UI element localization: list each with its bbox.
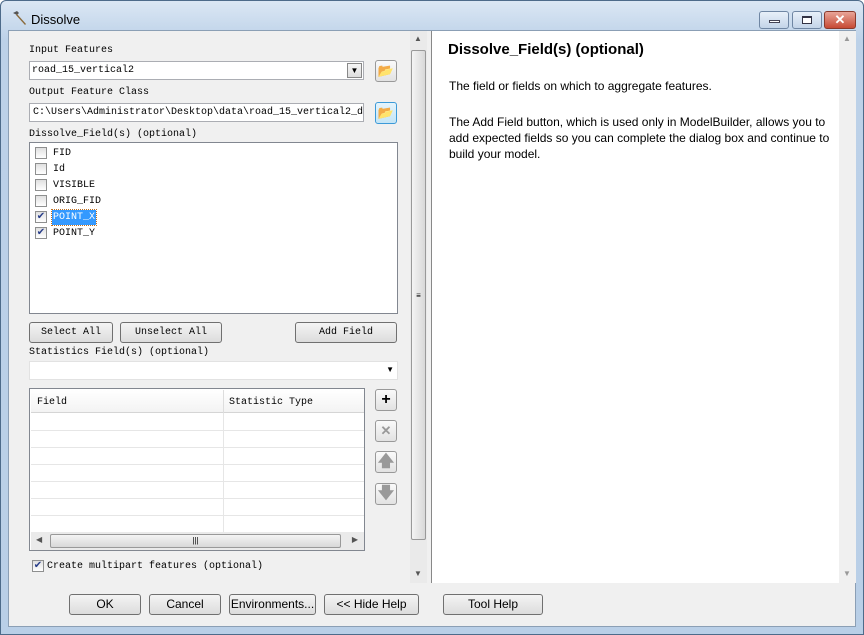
add-row-button[interactable]: + <box>375 389 397 411</box>
check-icon: ✔ <box>33 560 43 571</box>
delete-row-button[interactable]: ✕ <box>375 420 397 442</box>
move-up-button[interactable]: 🡅 <box>375 451 397 473</box>
statistics-fields-label: Statistics Field(s) (optional) <box>29 347 210 358</box>
field-list-item[interactable]: FID <box>52 146 72 161</box>
scroll-down-icon[interactable]: ▼ <box>843 569 851 578</box>
statistics-fields-combo[interactable]: ▼ <box>29 361 398 380</box>
help-pane: Dissolve_Field(s) (optional) The field o… <box>431 31 856 583</box>
hide-help-button[interactable]: << Hide Help <box>324 594 419 615</box>
statistics-table: Field Statistic Type ◀ ||| ▶ <box>29 388 365 551</box>
multipart-checkbox[interactable]: ✔ <box>32 560 44 572</box>
scroll-up-icon[interactable]: ▲ <box>414 34 422 43</box>
input-features-combo[interactable]: road_15_vertical2 ▼ <box>29 61 364 80</box>
field-checkbox[interactable] <box>35 163 47 175</box>
tool-help-button[interactable]: Tool Help <box>443 594 543 615</box>
field-list-item[interactable]: VISIBLE <box>52 178 96 193</box>
folder-icon: 📂 <box>377 63 395 78</box>
minimize-button[interactable] <box>759 11 789 29</box>
plus-icon: + <box>381 391 391 408</box>
browse-input-button[interactable]: 📂 <box>375 60 397 82</box>
maximize-button[interactable] <box>792 11 822 29</box>
input-features-label: Input Features <box>29 45 114 56</box>
scroll-right-icon[interactable]: ▶ <box>352 535 358 544</box>
scrollbar-thumb[interactable]: ||| <box>50 534 341 548</box>
chevron-down-icon[interactable]: ▼ <box>347 63 362 78</box>
unselect-all-button[interactable]: Unselect All <box>120 322 222 343</box>
field-list-item[interactable]: POINT_X <box>50 209 98 226</box>
field-list-item[interactable]: POINT_Y <box>52 226 96 241</box>
x-icon: ✕ <box>380 423 392 438</box>
ok-button[interactable]: OK <box>69 594 141 615</box>
scroll-down-icon[interactable]: ▼ <box>414 569 422 578</box>
table-header: Field Statistic Type <box>31 390 364 413</box>
help-vertical-scrollbar[interactable]: ▲ ▼ <box>839 31 856 583</box>
left-vertical-scrollbar[interactable]: ▲ ≡ ▼ <box>410 31 427 583</box>
chevron-down-icon[interactable]: ▼ <box>386 365 394 374</box>
help-paragraph: The Add Field button, which is used only… <box>449 115 830 161</box>
window-title: Dissolve <box>31 12 81 27</box>
scroll-left-icon[interactable]: ◀ <box>36 535 42 544</box>
parameters-pane: Input Features road_15_vertical2 ▼ 📂 Out… <box>9 31 427 583</box>
select-all-button[interactable]: Select All <box>29 322 113 343</box>
close-button[interactable]: ✕ <box>824 11 856 29</box>
help-paragraph: The field or fields on which to aggregat… <box>449 79 712 93</box>
scrollbar-thumb[interactable]: ≡ <box>411 50 426 540</box>
field-checkbox[interactable]: ✔ <box>35 211 47 223</box>
output-value: C:\Users\Administrator\Desktop\data\road… <box>33 107 364 118</box>
hammer-icon <box>13 11 26 25</box>
cancel-button[interactable]: Cancel <box>149 594 221 615</box>
dissolve-fields-label: Dissolve_Field(s) (optional) <box>29 129 198 140</box>
folder-icon: 📂 <box>377 105 395 120</box>
horizontal-scrollbar[interactable]: ◀ ||| ▶ <box>31 532 364 550</box>
field-checkbox[interactable] <box>35 179 47 191</box>
browse-output-button[interactable]: 📂 <box>375 102 397 124</box>
column-header-field[interactable]: Field <box>37 397 67 408</box>
close-icon: ✕ <box>834 12 846 27</box>
field-list-item[interactable]: Id <box>52 162 66 177</box>
output-feature-class-input[interactable]: C:\Users\Administrator\Desktop\data\road… <box>29 103 364 122</box>
arrow-up-icon: 🡅 <box>377 453 395 470</box>
field-checkbox[interactable] <box>35 195 47 207</box>
scroll-up-icon[interactable]: ▲ <box>843 34 851 43</box>
field-checkbox[interactable] <box>35 147 47 159</box>
move-down-button[interactable]: 🡇 <box>375 483 397 505</box>
output-feature-class-label: Output Feature Class <box>29 87 150 98</box>
arrow-down-icon: 🡇 <box>377 485 395 502</box>
help-title: Dissolve_Field(s) (optional) <box>448 41 644 58</box>
add-field-button[interactable]: Add Field <box>295 322 397 343</box>
field-list-item[interactable]: ORIG_FID <box>52 194 102 209</box>
environments-button[interactable]: Environments... <box>229 594 316 615</box>
dissolve-fields-list: FID Id VISIBLE ORIG_FID ✔ POINT_X ✔ POINT_Y <box>29 142 398 314</box>
column-header-statistic-type[interactable]: Statistic Type <box>229 397 313 408</box>
multipart-label: Create multipart features (optional) <box>47 561 264 572</box>
field-checkbox[interactable]: ✔ <box>35 227 47 239</box>
input-features-value: road_15_vertical2 <box>32 65 135 76</box>
